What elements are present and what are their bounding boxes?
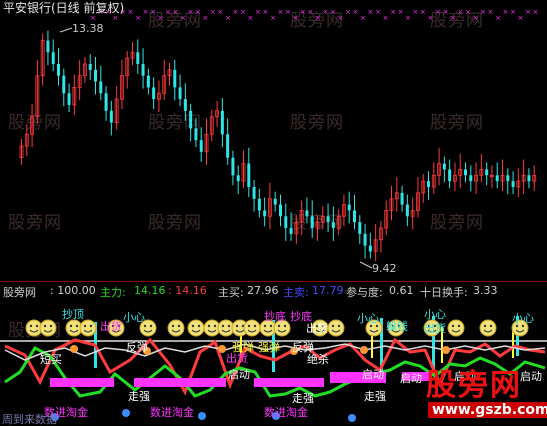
footer-text: 周到来数据 (2, 413, 57, 426)
signal-label: 出货 (226, 352, 248, 365)
signal-label: 反弹 (126, 341, 148, 354)
signal-label: 抄顶 (62, 308, 84, 321)
signal-label: 短买 (40, 353, 62, 366)
signal-label: 数进淘金 (264, 406, 308, 419)
signal-label: 强弹 (258, 341, 280, 354)
signal-label: 走强 (128, 390, 150, 403)
signal-label: 小心 (357, 312, 379, 325)
signal-label: 数进淘金 (150, 406, 194, 419)
smiley-icon (167, 319, 185, 337)
signal-label: 出货 (100, 320, 122, 333)
smiley-icon (447, 319, 465, 337)
chart-stage: 股旁网 股旁网 股旁网 股旁网 股旁网 股旁网 股旁网 股旁网 股旁网 股旁网 … (0, 0, 547, 426)
smiley-icon (39, 319, 57, 337)
smiley-icon (187, 319, 205, 337)
signal-label: 出货 (424, 322, 446, 335)
smiley-icon (327, 319, 345, 337)
smiley-icon (243, 319, 261, 337)
signal-label: 绝杀 (307, 353, 329, 366)
signal-label: 启动 (362, 368, 384, 381)
signal-label: 小心 (512, 312, 534, 325)
signal-label: 启动 (400, 372, 422, 385)
logo-url: www.gszb.com (428, 402, 547, 418)
site-logo: 股旁网 www.gszb.com (420, 358, 547, 424)
signal-label: 启动 (228, 368, 250, 381)
logo-text: 股旁网 (426, 368, 522, 403)
blue-dot-icons (51, 409, 356, 422)
signal-label: 小心 (123, 311, 145, 324)
smiley-icon (79, 319, 97, 337)
signal-label: 躲钱 (386, 320, 408, 333)
signal-label: 小心 (424, 308, 446, 321)
smiley-icon (479, 319, 497, 337)
signal-label: 出货 (306, 322, 328, 335)
signal-label: 走强 (364, 390, 386, 403)
signal-label: 抄底 (264, 310, 286, 323)
